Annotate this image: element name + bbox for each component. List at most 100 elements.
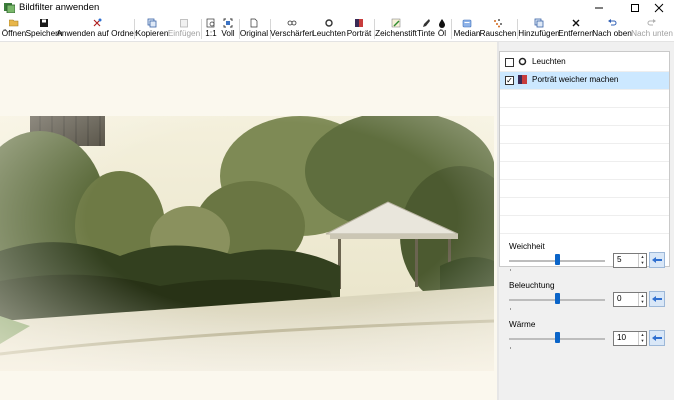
paste-button[interactable]: Einfügen	[167, 17, 201, 40]
param-softness: Weichheit 5 ▲ ▼	[509, 242, 669, 278]
portrait-button[interactable]: Porträt	[347, 17, 371, 40]
close-icon	[572, 19, 580, 27]
pen-nib-icon	[423, 19, 430, 27]
spin-arrows-icon[interactable]: ▲ ▼	[638, 332, 646, 345]
reset-arrow-icon	[652, 257, 662, 263]
reset-button[interactable]	[649, 291, 665, 307]
slider-tick	[510, 269, 511, 271]
filter-checkbox[interactable]	[505, 58, 514, 67]
move-up-button[interactable]: Nach oben	[592, 17, 632, 40]
spinbox-value: 0	[617, 294, 622, 303]
add-layer-icon	[534, 18, 544, 28]
warmth-slider-thumb[interactable]	[555, 332, 560, 343]
minimize-icon	[595, 7, 603, 9]
app-icon	[4, 3, 15, 13]
copy-label: Kopieren	[135, 29, 169, 38]
filter-panel: Leuchten ✓ Porträt weicher machen Weichh…	[499, 42, 674, 400]
filter-row-empty	[500, 108, 669, 126]
zoom-full-button[interactable]: Voll	[220, 17, 236, 40]
add-filter-button[interactable]: Hinzufügen	[518, 17, 560, 40]
glow-button[interactable]: Leuchten	[312, 17, 346, 40]
sharpen-label: Verschärfen	[270, 29, 314, 38]
filter-checkbox[interactable]: ✓	[505, 76, 514, 85]
paste-icon	[180, 19, 188, 28]
window-title: Bildfilter anwenden	[19, 2, 100, 13]
portrait-icon	[355, 19, 363, 27]
redo-arrow-icon	[647, 19, 656, 26]
noise-icon	[494, 19, 502, 28]
apply-folder-button[interactable]: Anwenden auf Ordner	[56, 17, 137, 40]
move-down-label: Nach unten	[631, 29, 673, 38]
reset-arrow-icon	[652, 296, 662, 302]
remove-filter-label: Entfernen	[558, 29, 594, 38]
copy-icon	[147, 18, 157, 28]
spin-arrows-icon[interactable]: ▲ ▼	[638, 254, 646, 267]
move-down-button[interactable]: Nach unten	[631, 17, 673, 40]
folder-open-icon	[9, 19, 19, 27]
zoom-1to1-label: 1:1	[205, 29, 217, 38]
lighting-slider-thumb[interactable]	[555, 293, 560, 304]
close-icon	[654, 3, 664, 13]
save-button[interactable]: Speichern	[26, 17, 62, 40]
toolbar: Öffnen Speichern Anwenden auf Ordner Kop…	[0, 16, 674, 42]
spinbox-value: 5	[617, 255, 622, 264]
maximize-icon	[631, 4, 639, 12]
add-filter-label: Hinzufügen	[518, 29, 560, 38]
copy-button[interactable]: Kopieren	[135, 17, 169, 40]
sharpen-button[interactable]: Verschärfen	[270, 17, 314, 40]
pencil-button[interactable]: Zeichenstift	[375, 17, 417, 40]
fit-screen-icon	[223, 18, 233, 28]
zoom-1to1-icon	[206, 18, 215, 28]
noise-label: Rauschen	[479, 29, 517, 38]
glow-label: Leuchten	[312, 29, 346, 38]
param-label: Weichheit	[509, 242, 545, 251]
softness-spinbox[interactable]: 5 ▲ ▼	[613, 253, 647, 268]
glow-icon	[518, 57, 527, 66]
ink-button[interactable]: Tinte	[417, 17, 435, 40]
zoom-1to1-button[interactable]: 1:1	[205, 17, 217, 40]
glow-icon	[325, 19, 333, 27]
filter-row-glow[interactable]: Leuchten	[500, 54, 669, 72]
filter-row-empty	[500, 180, 669, 198]
param-label: Beleuchtung	[509, 281, 555, 290]
filter-row-empty	[500, 126, 669, 144]
filter-row-empty	[500, 144, 669, 162]
open-button[interactable]: Öffnen	[1, 17, 27, 40]
warmth-spinbox[interactable]: 10 ▲ ▼	[613, 331, 647, 346]
spin-arrows-icon[interactable]: ▲ ▼	[638, 293, 646, 306]
softness-slider-thumb[interactable]	[555, 254, 560, 265]
param-warmth: Wärme 10 ▲ ▼	[509, 320, 669, 356]
filter-label: Leuchten	[532, 57, 566, 66]
ink-label: Tinte	[417, 29, 435, 38]
noise-button[interactable]: Rauschen	[480, 17, 516, 40]
reset-button[interactable]	[649, 330, 665, 346]
filter-row-portrait[interactable]: ✓ Porträt weicher machen	[500, 72, 669, 90]
apply-folder-icon	[93, 18, 101, 27]
filter-list[interactable]: Leuchten ✓ Porträt weicher machen	[499, 51, 670, 267]
title-bar: Bildfilter anwenden	[0, 0, 674, 16]
save-icon	[40, 19, 48, 27]
close-button[interactable]	[644, 0, 674, 16]
apply-folder-label: Anwenden auf Ordner	[56, 29, 137, 38]
filter-label: Porträt weicher machen	[532, 75, 619, 84]
image-preview-area[interactable]	[0, 42, 497, 400]
lighting-spinbox[interactable]: 0 ▲ ▼	[613, 292, 647, 307]
paste-label: Einfügen	[167, 29, 201, 38]
document-icon	[250, 18, 258, 28]
filter-row-empty	[500, 162, 669, 180]
remove-filter-button[interactable]: Entfernen	[558, 17, 594, 40]
toolbar-separator	[201, 19, 202, 39]
original-label: Original	[239, 29, 269, 38]
spinbox-value: 10	[617, 333, 627, 342]
oil-button[interactable]: Öl	[437, 17, 447, 40]
portrait-icon	[518, 75, 527, 84]
undo-arrow-icon	[608, 19, 617, 26]
reset-button[interactable]	[649, 252, 665, 268]
zoom-full-label: Voll	[221, 29, 235, 38]
minimize-button[interactable]	[584, 0, 614, 16]
filter-row-empty	[500, 90, 669, 108]
open-label: Öffnen	[1, 29, 27, 38]
original-button[interactable]: Original	[239, 17, 269, 40]
median-button[interactable]: Median	[454, 17, 480, 40]
param-label: Wärme	[509, 320, 536, 329]
